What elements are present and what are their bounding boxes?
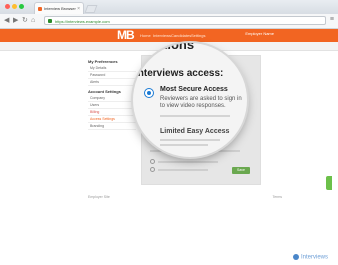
reload-icon[interactable]: ↻ (22, 17, 28, 25)
browser-toolbar: ◀ ▶ ↻ ⌂ https://interviews.example.com ≡ (0, 14, 338, 29)
address-bar[interactable]: https://interviews.example.com (44, 16, 326, 25)
favicon-icon (38, 7, 42, 11)
address-url: https://interviews.example.com (55, 19, 110, 24)
close-tab-icon[interactable]: × (77, 3, 80, 14)
option-most-secure-description: Reviewers are asked to sign in to view v… (160, 96, 242, 109)
sidebar-item-access-settings[interactable]: Access Settings (88, 116, 136, 123)
lens-panel-title: Options (145, 43, 195, 52)
settings-sidebar: My Preferences My Details Password Alert… (88, 56, 136, 130)
close-window-icon[interactable] (5, 4, 10, 9)
magnifier-lens: Options Interviews access: Most Secure A… (133, 43, 247, 157)
site-logo[interactable]: MB (117, 28, 135, 42)
radio-most-secure[interactable] (144, 88, 154, 98)
browser-tab[interactable]: Interview Browser × (34, 2, 84, 14)
nav-link-candidates[interactable]: Candidates (171, 33, 191, 38)
watermark-text: Interviews (300, 255, 328, 261)
sidebar-item-password[interactable]: Password (88, 72, 136, 79)
feedback-tab[interactable] (326, 176, 332, 190)
tab-strip: Interview Browser × (0, 0, 338, 14)
forward-icon[interactable]: ▶ (13, 17, 18, 25)
back-icon[interactable]: ◀ (4, 17, 9, 25)
option-limited-easy-title: Limited Easy Access (160, 128, 230, 135)
radio-icon[interactable] (150, 159, 155, 164)
new-tab-button[interactable] (84, 5, 98, 13)
site-header: MB Home Interviews Candidates Settings E… (0, 28, 338, 42)
sidebar-item-company[interactable]: Company (88, 95, 136, 102)
option-row[interactable] (150, 159, 158, 164)
footer-left-text[interactable]: Employer Site (88, 195, 110, 199)
nav-link-interviews[interactable]: Interviews (153, 33, 171, 38)
home-icon[interactable]: ⌂ (31, 17, 35, 25)
nav-link-home[interactable]: Home (140, 33, 151, 38)
save-button[interactable]: Save (232, 167, 250, 174)
watermark-logo: Interviews (292, 254, 328, 261)
sidebar-heading: Account Settings (88, 89, 121, 94)
option-row[interactable] (150, 167, 158, 172)
sidebar-item-users[interactable]: Users (88, 102, 136, 109)
screenshot: Interview Browser × ◀ ▶ ↻ ⌂ https://inte… (0, 0, 338, 265)
maximize-window-icon[interactable] (19, 4, 24, 9)
sidebar-item-branding[interactable]: Branding (88, 123, 136, 130)
faint-text-line (160, 144, 208, 146)
access-heading: Interviews access: (135, 68, 224, 79)
settings-wrench-icon[interactable]: ≡ (330, 16, 334, 23)
user-menu[interactable]: Employer Name (245, 31, 274, 36)
sidebar-item-alerts[interactable]: Alerts (88, 79, 136, 86)
watermark-badge-icon (292, 254, 299, 261)
footer-right-text[interactable]: Terms (272, 195, 282, 199)
faint-text-line (160, 115, 230, 117)
option-most-secure-title: Most Secure Access (160, 86, 228, 93)
browser-window: Interview Browser × ◀ ▶ ↻ ⌂ https://inte… (0, 0, 338, 265)
sidebar-heading: My Preferences (88, 59, 118, 64)
sidebar-item-billing[interactable]: Billing (88, 109, 136, 116)
sidebar-item-my-details[interactable]: My Details (88, 65, 136, 72)
faint-text-line (160, 139, 220, 141)
tab-title: Interview Browser (44, 6, 76, 11)
minimize-window-icon[interactable] (12, 4, 17, 9)
lock-icon (48, 19, 52, 23)
option-text-line (158, 161, 218, 163)
option-text-line (158, 169, 208, 171)
nav-link-settings[interactable]: Settings (191, 33, 205, 38)
radio-icon[interactable] (150, 167, 155, 172)
